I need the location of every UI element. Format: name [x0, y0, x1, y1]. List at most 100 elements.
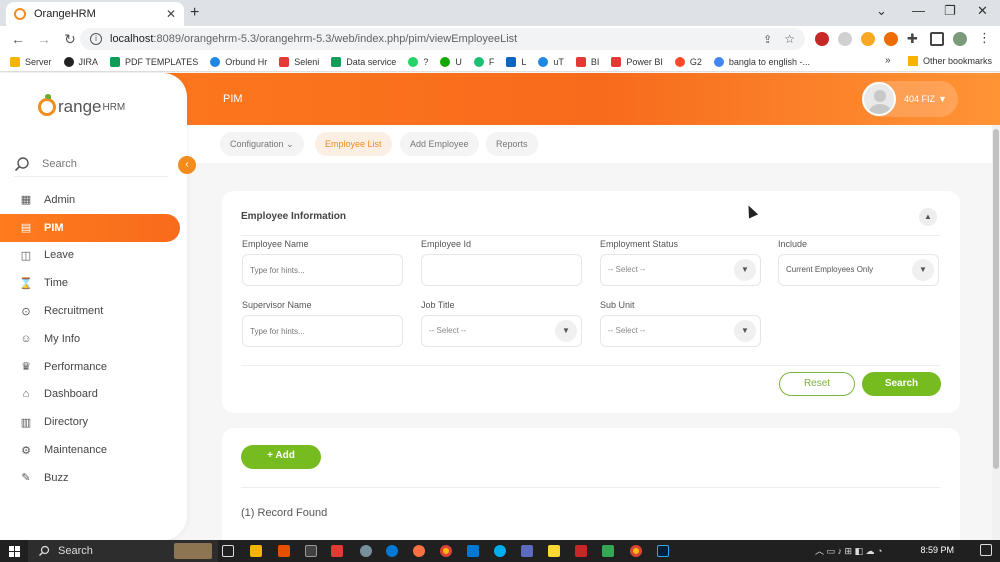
window-close-icon[interactable]: ✕ — [977, 3, 988, 19]
bookmark-item[interactable]: Orbund Hr — [210, 56, 267, 67]
menu-item-recruitment[interactable]: ⊙ Recruitment — [0, 297, 180, 325]
drive-icon[interactable] — [602, 545, 614, 557]
user-dropdown[interactable]: 404 FIZ ▼ — [862, 81, 958, 117]
orangehrm-logo[interactable]: range HRM — [38, 94, 125, 117]
chrome-icon[interactable] — [440, 545, 452, 557]
tab-search-chevron-icon[interactable]: ⌄ — [876, 3, 887, 19]
terminal-icon[interactable] — [305, 545, 317, 557]
include-select[interactable]: Current Employees Only ▼ — [778, 254, 939, 286]
sub-unit-select[interactable]: -- Select -- ▼ — [600, 315, 761, 347]
other-bookmarks[interactable]: Other bookmarks — [907, 56, 992, 66]
extension-3-icon[interactable] — [861, 32, 875, 46]
file-explorer-icon[interactable] — [250, 545, 262, 557]
firefox-icon[interactable] — [413, 545, 425, 557]
page-scrollbar[interactable] — [992, 125, 1000, 540]
bookmark-item[interactable]: JIRA — [63, 56, 98, 67]
buzz-icon: ✎ — [21, 472, 31, 485]
photoshop-icon[interactable] — [657, 545, 669, 557]
collapse-filter-button[interactable]: ▲ — [919, 208, 937, 226]
employee-name-input[interactable] — [242, 254, 403, 286]
extension-1-icon[interactable] — [815, 32, 829, 46]
menu-item-time[interactable]: ⌛ Time — [0, 269, 180, 297]
bookmark-item[interactable]: Power BI — [611, 56, 663, 67]
reload-icon[interactable]: ↻ — [62, 31, 78, 48]
bookmark-item[interactable]: BI — [575, 56, 599, 67]
user-avatar[interactable] — [862, 82, 896, 116]
employee-id-input[interactable] — [421, 254, 582, 286]
scrollbar-thumb[interactable] — [993, 129, 999, 469]
bookmark-item[interactable]: Server — [10, 56, 52, 67]
extensions-puzzle-icon[interactable]: ✚ — [907, 31, 918, 47]
app-icon[interactable] — [521, 545, 533, 557]
add-employee-button[interactable]: + Add — [241, 445, 321, 469]
bookmark-item[interactable]: ? — [408, 56, 428, 67]
clock[interactable]: 8:59 PM — [920, 545, 954, 555]
browser-tab[interactable]: OrangeHRM ✕ — [6, 2, 184, 26]
recorder-icon[interactable] — [331, 545, 343, 557]
new-tab-icon[interactable]: + — [190, 4, 199, 22]
reset-button[interactable]: Reset — [779, 372, 855, 396]
collapse-sidebar-button[interactable]: ‹ — [178, 156, 196, 174]
edge-icon[interactable] — [386, 545, 398, 557]
taskbar-search[interactable]: Search — [28, 540, 218, 562]
site-info-icon[interactable]: i — [90, 33, 102, 45]
start-button[interactable] — [0, 540, 28, 562]
bookmark-item[interactable]: U — [440, 56, 462, 67]
url-text[interactable]: localhost:8089/orangehrm-5.3/orangehrm-5… — [110, 33, 763, 45]
notes-icon[interactable] — [548, 545, 560, 557]
url-bar[interactable]: i localhost:8089/orangehrm-5.3/orangehrm… — [80, 28, 805, 50]
supervisor-name-input[interactable] — [242, 315, 403, 347]
bookmark-item[interactable]: PDF TEMPLATES — [110, 56, 198, 67]
menu-item-admin[interactable]: ▦ Admin — [0, 186, 180, 214]
menu-item-pim[interactable]: ▤ PIM — [0, 213, 180, 242]
bookmark-item[interactable]: G2 — [674, 56, 702, 67]
menu-item-maintenance[interactable]: ⚙ Maintenance — [0, 436, 180, 464]
menu-item-performance[interactable]: ♛ Performance — [0, 353, 180, 381]
job-title-select[interactable]: -- Select -- ▼ — [421, 315, 582, 347]
bookmark-item[interactable]: Seleni — [279, 56, 319, 67]
outlook-icon[interactable] — [467, 545, 479, 557]
nav-reports[interactable]: Reports — [486, 132, 538, 156]
bookmark-item[interactable]: bangla to english -... — [713, 56, 810, 67]
nav-add-employee[interactable]: Add Employee — [400, 132, 479, 156]
divider — [241, 365, 940, 366]
bookmark-star-icon[interactable]: ☆ — [784, 32, 795, 46]
extension-4-icon[interactable] — [884, 32, 898, 46]
nav-employee-list[interactable]: Employee List — [315, 132, 392, 156]
menu-item-dashboard[interactable]: ⌂ Dashboard — [0, 381, 180, 409]
user-name[interactable]: 404 FIZ — [904, 94, 935, 104]
search-button[interactable]: Search — [862, 372, 941, 396]
menu-item-leave[interactable]: ◫ Leave — [0, 242, 180, 270]
notification-icon[interactable] — [980, 544, 992, 556]
bookmark-item[interactable]: Data service — [331, 56, 396, 67]
sidebar-search[interactable]: Search — [14, 151, 168, 177]
task-view-icon[interactable] — [222, 545, 234, 557]
side-panel-icon[interactable] — [930, 32, 944, 46]
menu-item-directory[interactable]: ▥ Directory — [0, 408, 180, 436]
close-tab-icon[interactable]: ✕ — [166, 7, 176, 21]
profile-avatar-icon[interactable] — [953, 32, 967, 46]
more-bookmarks-icon[interactable]: » — [885, 55, 891, 66]
system-tray-icons[interactable]: ︿ ▭ ♪ ⊞ ◧ ☁ ◔ — [815, 544, 883, 557]
chrome-active-icon[interactable] — [630, 545, 642, 557]
minimize-icon[interactable]: — — [912, 3, 925, 18]
forward-icon[interactable]: → — [36, 31, 52, 47]
employment-status-select[interactable]: -- Select -- ▼ — [600, 254, 761, 286]
filezilla-icon[interactable] — [575, 545, 587, 557]
bookmark-item[interactable]: F — [473, 56, 494, 67]
restore-icon[interactable]: ❐ — [944, 3, 956, 19]
bookmark-item[interactable]: L — [506, 56, 526, 67]
share-icon[interactable]: ⇪ — [763, 33, 772, 46]
divider — [241, 487, 940, 488]
menu-item-my-info[interactable]: ☺ My Info — [0, 325, 180, 353]
bookmark-item[interactable]: uT — [538, 56, 564, 67]
app-icon[interactable] — [360, 545, 372, 557]
extension-2-icon[interactable] — [838, 32, 852, 46]
caret-down-icon[interactable]: ▼ — [938, 94, 947, 104]
nav-configuration[interactable]: Configuration ⌄ — [220, 132, 304, 156]
menu-item-buzz[interactable]: ✎ Buzz — [0, 464, 180, 492]
app-icon[interactable] — [278, 545, 290, 557]
back-icon[interactable]: ← — [10, 31, 26, 47]
browser-menu-icon[interactable]: ⋮ — [978, 30, 991, 46]
skype-icon[interactable] — [494, 545, 506, 557]
